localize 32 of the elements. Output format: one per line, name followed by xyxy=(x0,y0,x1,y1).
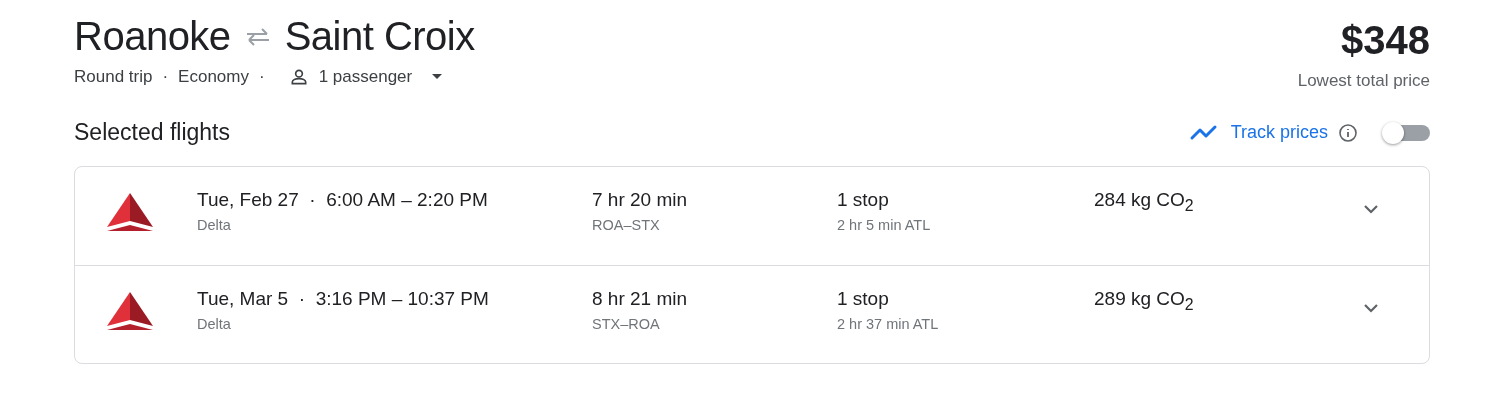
cabin-class: Economy xyxy=(178,67,249,87)
airline-name: Delta xyxy=(197,316,232,332)
dropdown-caret-icon xyxy=(432,74,443,80)
swap-arrows-icon xyxy=(244,27,271,46)
triangle-logo-icon xyxy=(107,193,153,231)
triangle-logo-icon xyxy=(107,292,153,330)
flight-route: ROA–STX xyxy=(592,217,661,233)
passenger-selector[interactable]: 1 passenger xyxy=(274,67,443,87)
separator-dot: · xyxy=(162,67,169,87)
flight-date-times: Tue, Feb 27 · 6:00 AM – 2:20 PM xyxy=(197,189,489,211)
layover-info: 2 hr 37 min ATL xyxy=(837,316,940,332)
total-price: $348 xyxy=(1340,18,1430,63)
layover-info: 2 hr 5 min ATL xyxy=(837,217,932,233)
origin-city: Roanoke xyxy=(74,14,231,59)
trip-type: Round trip xyxy=(74,67,153,87)
flight-route: STX–ROA xyxy=(592,316,661,332)
flight-duration: 8 hr 21 min xyxy=(592,288,689,310)
separator-dot: · xyxy=(259,67,265,87)
stop-count: 1 stop xyxy=(837,288,890,310)
track-prices-toggle[interactable] xyxy=(1382,120,1430,145)
trend-line-icon xyxy=(1188,123,1219,142)
destination-city: Saint Croix xyxy=(284,14,475,59)
flight-duration: 7 hr 20 min xyxy=(592,189,689,211)
section-title: Selected flights xyxy=(74,119,230,146)
stop-count: 1 stop xyxy=(837,189,890,211)
track-prices-link[interactable]: Track prices xyxy=(1188,122,1328,143)
price-label: Lowest total price xyxy=(1297,71,1430,91)
flight-date-times: Tue, Mar 5 · 3:16 PM – 10:37 PM xyxy=(197,288,490,310)
emissions: 284 kg CO$_{2}$ xyxy=(1094,189,1195,215)
info-icon[interactable] xyxy=(1338,122,1358,143)
airline-name: Delta xyxy=(197,217,232,233)
emissions: 289 kg CO$_{2}$ xyxy=(1094,288,1195,314)
